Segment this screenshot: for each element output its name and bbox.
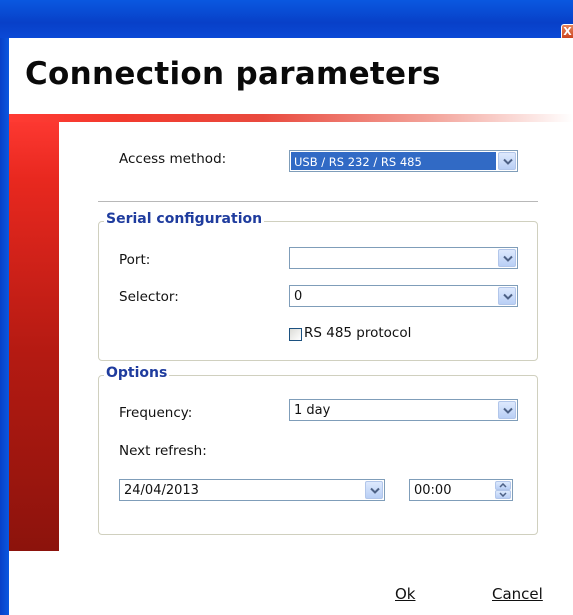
- date-value: 24/04/2013: [124, 483, 199, 498]
- time-value: 00:00: [414, 483, 452, 498]
- spin-up-icon: [499, 483, 507, 488]
- next-refresh-label: Next refresh:: [119, 443, 207, 459]
- time-spinner[interactable]: 00:00: [409, 479, 513, 501]
- spin-down-icon: [499, 492, 507, 497]
- options-title: Options: [104, 365, 170, 381]
- selector-label: Selector:: [119, 289, 179, 305]
- chevron-down-icon: [503, 407, 513, 414]
- selector-value: 0: [294, 289, 303, 304]
- access-method-label: Access method:: [119, 151, 227, 167]
- access-method-value: USB / RS 232 / RS 485: [294, 155, 422, 169]
- dialog-header: Connection parameters: [9, 38, 573, 114]
- decorative-red-stripe: [9, 114, 573, 122]
- chevron-down-icon: [503, 293, 513, 300]
- close-icon: X: [563, 25, 572, 38]
- window-titlebar[interactable]: X: [0, 0, 573, 40]
- rs485-label: RS 485 protocol: [304, 325, 412, 341]
- selector-select[interactable]: 0: [289, 285, 518, 307]
- separator-line: [98, 201, 538, 202]
- frequency-value: 1 day: [294, 403, 331, 418]
- frequency-dropdown-button[interactable]: [498, 401, 516, 419]
- port-label: Port:: [119, 252, 151, 268]
- chevron-down-icon: [503, 255, 513, 262]
- dialog-title: Connection parameters: [25, 56, 441, 92]
- frequency-select[interactable]: 1 day: [289, 399, 518, 421]
- ok-button[interactable]: Ok: [395, 585, 416, 603]
- date-picker[interactable]: 24/04/2013: [119, 479, 385, 501]
- time-spin-down-button[interactable]: [495, 490, 511, 499]
- time-spin-up-button[interactable]: [495, 481, 511, 490]
- port-select[interactable]: [289, 247, 518, 269]
- port-dropdown-button[interactable]: [498, 249, 516, 267]
- frequency-label: Frequency:: [119, 405, 193, 421]
- window-left-border: [0, 38, 9, 615]
- rs485-checkbox[interactable]: [289, 328, 302, 341]
- chevron-down-icon: [503, 158, 513, 165]
- chevron-down-icon: [370, 487, 380, 494]
- access-method-dropdown-button[interactable]: [498, 152, 516, 170]
- cancel-button[interactable]: Cancel: [492, 585, 543, 603]
- selector-dropdown-button[interactable]: [498, 287, 516, 305]
- access-method-select[interactable]: USB / RS 232 / RS 485: [289, 150, 518, 172]
- serial-configuration-title: Serial configuration: [104, 211, 265, 227]
- date-dropdown-button[interactable]: [365, 481, 383, 499]
